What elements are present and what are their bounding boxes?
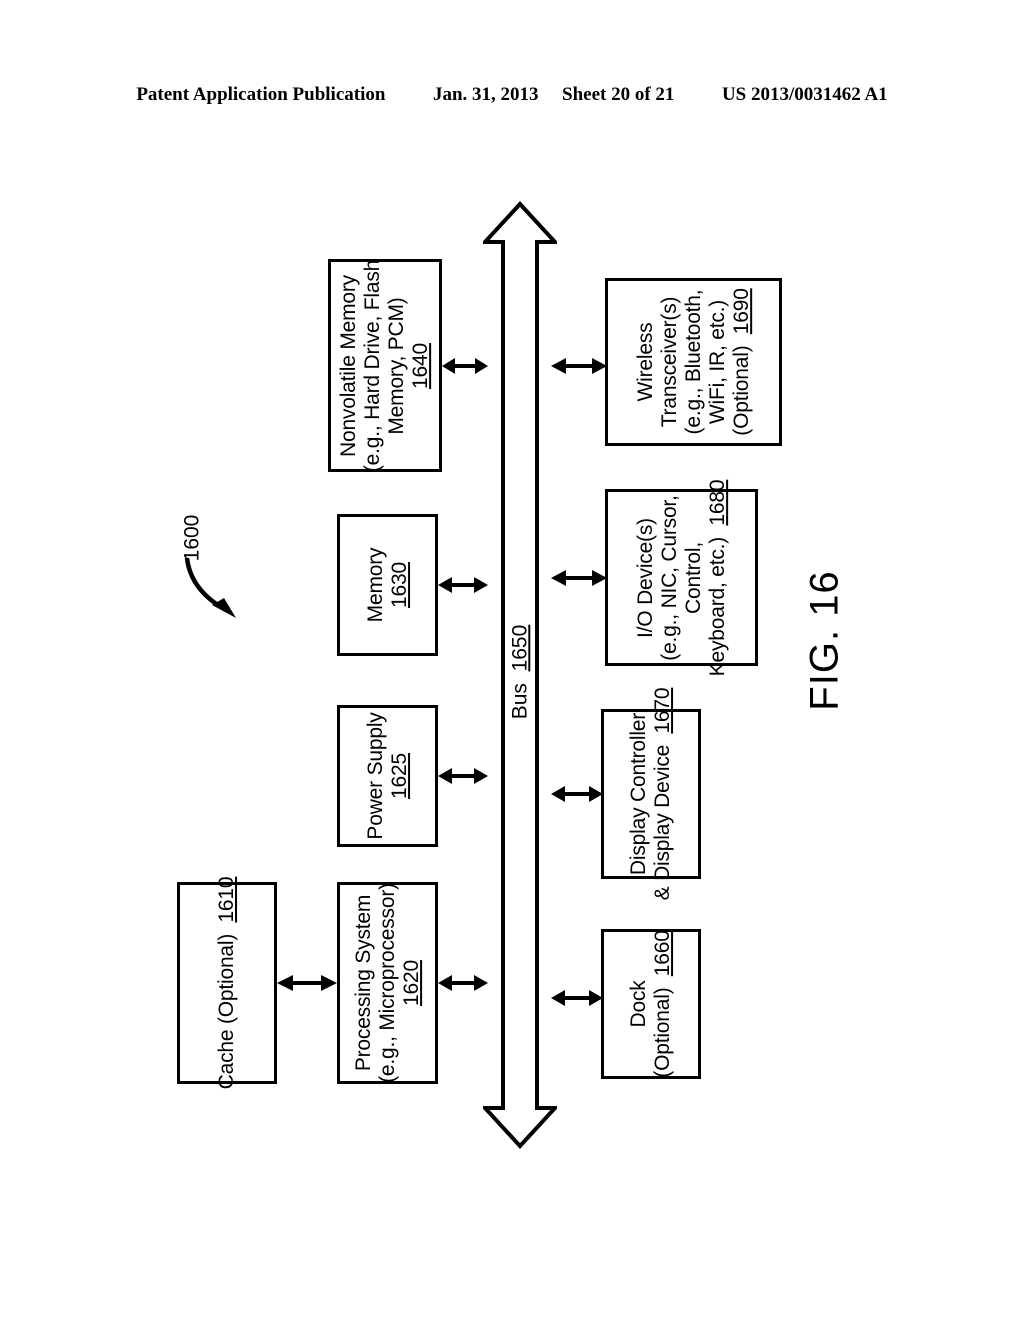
node-power-supply: Power Supply 1625 bbox=[337, 705, 438, 847]
node-memory-line-1: Memory bbox=[363, 547, 387, 623]
connector-bus-dock bbox=[551, 990, 603, 1006]
node-dock-line-2: (Optional) bbox=[651, 987, 674, 1078]
node-processing-system: Processing System (e.g., Microprocessor)… bbox=[337, 882, 438, 1084]
node-display-controller-line-1: Display Controller bbox=[627, 712, 651, 876]
node-nonvolatile-memory: Nonvolatile Memory (e.g., Hard Drive, Fl… bbox=[328, 259, 442, 472]
patent-figure-16: Bus 1650 1600 Cache (Optional) 1610 Proc… bbox=[0, 0, 1024, 1320]
node-cache-line-1: Cache (Optional) bbox=[215, 933, 239, 1090]
connector-processing-system-bus bbox=[438, 975, 488, 991]
node-wireless-transceivers-line-3: (e.g., Bluetooth, bbox=[681, 289, 705, 435]
node-io-devices-line-4: Keyboard, etc.) bbox=[705, 536, 729, 676]
node-power-supply-ref: 1625 bbox=[387, 753, 411, 799]
node-cache: Cache (Optional) 1610 bbox=[177, 877, 277, 1089]
node-wireless-transceivers-line-2: Transceiver(s) bbox=[657, 296, 681, 428]
connector-nonvolatile-memory-bus bbox=[442, 358, 488, 374]
node-memory-ref: 1630 bbox=[387, 562, 411, 608]
node-wireless-transceivers-ref: 1690 bbox=[729, 288, 753, 335]
node-wireless-transceivers-text: Wireless Transceiver(s) (e.g., Bluetooth… bbox=[634, 288, 754, 435]
bus-label-text: Bus bbox=[508, 683, 531, 720]
node-dock-ref: 1660 bbox=[651, 930, 674, 977]
node-io-devices-line-1: I/O Device(s) bbox=[633, 517, 657, 638]
connector-cache-processing-system bbox=[277, 975, 337, 991]
node-power-supply-line-1: Power Supply bbox=[363, 712, 387, 840]
node-wireless-transceivers-line-4: WiFi, IR, etc.) bbox=[705, 299, 729, 425]
system-reference-1600: 1600 bbox=[160, 500, 270, 630]
figure-caption: FIG. 16 bbox=[740, 540, 910, 740]
node-memory: Memory 1630 bbox=[337, 514, 438, 656]
node-dock-line-1: Dock bbox=[627, 980, 651, 1028]
bus-ref: 1650 bbox=[508, 624, 531, 672]
node-processing-system-line-2: (e.g., Microprocessor) bbox=[375, 883, 399, 1083]
node-cache-ref: 1610 bbox=[215, 876, 239, 923]
node-nonvolatile-memory-text: Nonvolatile Memory (e.g., Hard Drive, Fl… bbox=[337, 259, 433, 471]
node-io-devices-line-3: Control, bbox=[681, 541, 705, 614]
node-nonvolatile-memory-line-2: (e.g., Hard Drive, Flash bbox=[361, 259, 385, 472]
node-display-controller-ref: 1670 bbox=[651, 687, 674, 734]
connector-bus-display-controller bbox=[551, 786, 603, 802]
system-reference-leader-arrow bbox=[184, 557, 236, 618]
node-io-devices-text: I/O Device(s) (e.g., NIC, Cursor, Contro… bbox=[634, 479, 730, 676]
node-dock-text: Dock (Optional) 1660 bbox=[627, 930, 675, 1077]
node-processing-system-line-1: Processing System bbox=[351, 894, 375, 1072]
node-processing-system-text: Processing System (e.g., Microprocessor)… bbox=[352, 883, 424, 1083]
node-io-devices-line-2: (e.g., NIC, Cursor, bbox=[657, 494, 681, 661]
figure-caption-text: FIG. 16 bbox=[802, 569, 847, 711]
node-display-controller-text: Display Controller & Display Device 1670 bbox=[627, 688, 675, 901]
node-wireless-transceivers-line-1: Wireless bbox=[633, 322, 657, 402]
connector-memory-bus bbox=[438, 577, 488, 593]
node-io-devices: I/O Device(s) (e.g., NIC, Cursor, Contro… bbox=[605, 479, 758, 676]
connector-bus-wireless-transceivers bbox=[551, 358, 607, 374]
node-dock: Dock (Optional) 1660 bbox=[601, 929, 701, 1079]
node-nonvolatile-memory-line-3: Memory, PCM) bbox=[385, 296, 408, 435]
node-memory-text: Memory 1630 bbox=[364, 548, 412, 623]
node-display-controller: Display Controller & Display Device 1670 bbox=[601, 688, 701, 900]
node-wireless-transceivers-line-5: (Optional) bbox=[729, 345, 753, 436]
connector-bus-io-devices bbox=[551, 570, 607, 586]
node-power-supply-text: Power Supply 1625 bbox=[364, 712, 412, 839]
node-wireless-transceivers: Wireless Transceiver(s) (e.g., Bluetooth… bbox=[605, 278, 782, 446]
node-processing-system-ref: 1620 bbox=[399, 960, 423, 1006]
bus-label: Bus 1650 bbox=[500, 612, 540, 732]
node-display-controller-line-2: & Display Device bbox=[651, 744, 674, 901]
node-nonvolatile-memory-line-1: Nonvolatile Memory bbox=[337, 274, 361, 457]
node-io-devices-ref: 1680 bbox=[705, 479, 729, 526]
node-cache-text: Cache (Optional) 1610 bbox=[215, 877, 239, 1090]
node-nonvolatile-memory-ref: 1640 bbox=[408, 342, 432, 389]
connector-power-supply-bus bbox=[438, 768, 488, 784]
